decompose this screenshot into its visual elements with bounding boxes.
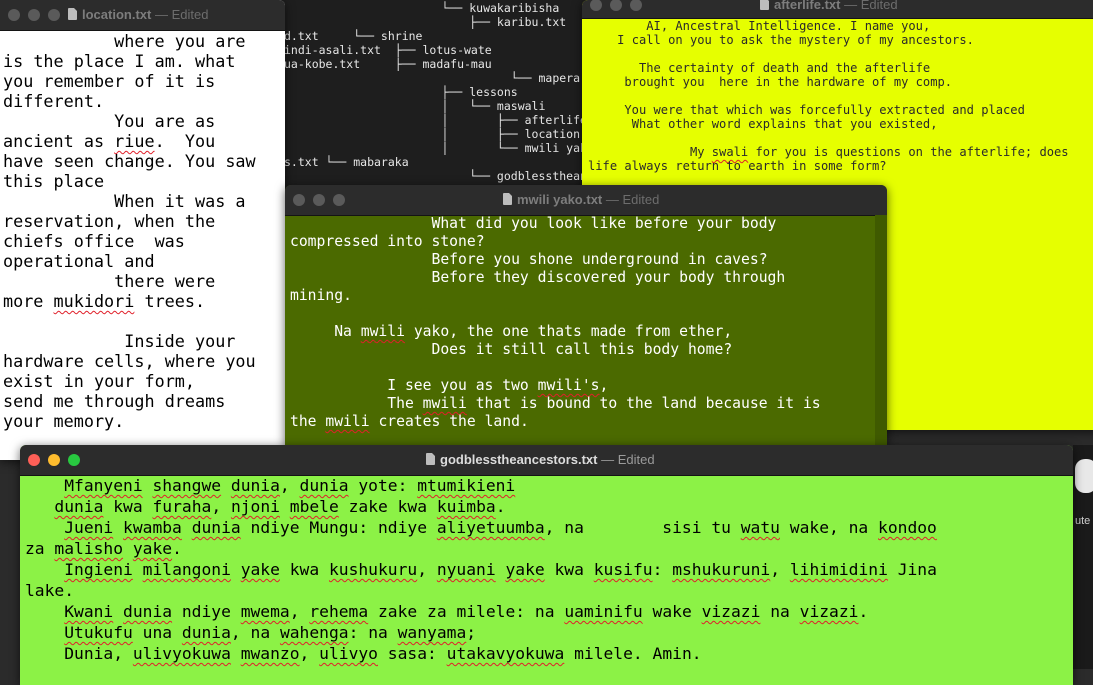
text-line: life always return to earth in some form…	[588, 159, 887, 173]
text-line: brought you here in the hardware of my c…	[624, 75, 953, 89]
title-bar[interactable]: location.txt — Edited	[0, 0, 285, 31]
tree-line: └── godblesstheanc	[400, 169, 594, 183]
text-line: Utukufu una dunia, na wahenga: na wanyam…	[64, 623, 477, 642]
window-title: mwili yako.txt — Edited	[285, 185, 887, 215]
text-line	[290, 305, 887, 323]
title-bar[interactable]: godblesstheancestors.txt — Edited	[20, 445, 1073, 476]
text-line: hardware cells, where you	[3, 351, 256, 371]
document-icon	[503, 193, 512, 205]
text-line: AI, Ancestral Intelligence. I name you,	[646, 19, 931, 33]
text-line: lake.	[25, 581, 75, 600]
text-line: What other word explains that you existe…	[631, 117, 938, 131]
edited-status: — Edited	[154, 7, 209, 22]
tree-line: │ ├── afterlife.	[400, 113, 594, 127]
tree-line: ua-kobe.txt ├── madafu-mau	[284, 57, 492, 71]
window-title: godblesstheancestors.txt — Edited	[20, 445, 1073, 475]
text-line	[290, 359, 887, 377]
terminal-window[interactable]: └── kuwakaribisha ├── karibu.txt d.txt └─…	[240, 0, 600, 200]
tree-line: indi-asali.txt ├── lotus-wate	[284, 43, 492, 57]
app-thumbnail-icon	[1075, 459, 1093, 493]
text-line: compressed into stone?	[290, 233, 485, 250]
text-line: I call on you to ask the mystery of my a…	[617, 33, 974, 47]
window-title-text: location.txt	[82, 7, 152, 22]
text-line: operational and	[3, 251, 155, 271]
window-title-text: mwili yako.txt	[517, 192, 603, 207]
text-line: Dunia, ulivyokuwa mwanzo, ulivyo sasa: u…	[64, 644, 702, 663]
text-line: You are as	[114, 111, 216, 131]
text-line	[588, 89, 1093, 103]
tree-line: │ └── mwili yako	[400, 141, 594, 155]
text-line: za malisho yake.	[25, 539, 182, 558]
text-line: you remember of it is	[3, 71, 216, 91]
document-text-area[interactable]: where you are is the place I am. what you …	[0, 31, 285, 460]
partial-label: ute	[1075, 515, 1091, 527]
text-line: Before you shone underground in caves?	[431, 251, 768, 268]
text-line: ancient as riue. You	[3, 131, 216, 151]
text-line: Jueni kwamba dunia ndiye Mungu: ndiye al…	[64, 518, 937, 537]
text-line: send me through dreams	[3, 391, 226, 411]
text-line: Inside your	[124, 331, 236, 351]
location-editor-window[interactable]: location.txt — Edited where you are is th…	[0, 0, 285, 460]
text-line: different.	[3, 91, 105, 111]
text-line: Ingieni milangoni yake kwa kushukuru, ny…	[64, 560, 937, 579]
text-line: chiefs office was	[3, 231, 185, 251]
background-app-strip: ute	[1073, 445, 1093, 669]
text-line: exist in your form,	[3, 371, 196, 391]
document-text-area[interactable]: What did you look like before your body c…	[285, 215, 887, 447]
title-bar[interactable]: mwili yako.txt — Edited	[285, 185, 887, 216]
window-title: afterlife.txt — Edited	[582, 0, 1093, 18]
text-line	[588, 47, 1093, 61]
tree-line: │ ├── location.t	[400, 127, 594, 141]
godblesstheancestors-editor-window[interactable]: godblesstheancestors.txt — Edited Mfanye…	[20, 445, 1073, 685]
text-line	[3, 311, 285, 331]
document-icon	[426, 453, 435, 465]
directory-tree-output: └── kuwakaribisha ├── karibu.txt d.txt └─…	[240, 0, 600, 200]
tree-line: └── kuwakaribisha	[400, 1, 560, 15]
text-line: Kwani dunia ndiye mwema, rehema zake za …	[64, 602, 869, 621]
text-line: Does it still call this body home?	[431, 341, 733, 358]
text-line: more mukidori trees.	[3, 291, 206, 311]
tree-line: s.txt └── mabaraka	[284, 155, 409, 169]
edited-status: — Edited	[844, 0, 898, 12]
window-title-text: afterlife.txt	[774, 0, 841, 12]
text-line: is the place I am. what	[3, 51, 236, 71]
tree-line: ├── lessons	[400, 85, 518, 99]
tree-line: │ └── maswali	[400, 99, 546, 113]
text-line: Mfanyeni shangwe dunia, dunia yote: mtum…	[64, 476, 516, 495]
document-icon	[760, 0, 769, 10]
text-line: Before they discovered your body through	[431, 269, 786, 286]
text-line	[588, 131, 1093, 145]
text-line: My swali for you is questions on the aft…	[689, 145, 1069, 159]
edited-status: — Edited	[605, 192, 660, 207]
tree-line: └── mapera-maz	[400, 71, 600, 85]
text-line: there were	[114, 271, 216, 291]
title-bar[interactable]: afterlife.txt — Edited	[582, 0, 1093, 19]
text-line: this place	[3, 171, 105, 191]
edited-status: — Edited	[601, 452, 655, 467]
text-line: Na mwili yako, the one thats made from e…	[334, 323, 733, 340]
text-line: mining.	[290, 287, 352, 304]
text-line: The mwili that is bound to the land beca…	[387, 395, 821, 412]
tree-line: ├── karibu.txt	[400, 15, 567, 29]
window-title-text: godblesstheancestors.txt	[440, 452, 598, 467]
document-icon	[68, 8, 77, 20]
text-line: reservation, when the	[3, 211, 216, 231]
text-line: dunia kwa furaha, njoni mbele zake kwa k…	[54, 497, 506, 516]
text-line: You were that which was forcefully extra…	[624, 103, 1025, 117]
mwili-yako-editor-window[interactable]: mwili yako.txt — Edited What did you loo…	[285, 185, 887, 447]
vertical-scrollbar[interactable]	[875, 215, 887, 447]
text-line: The certainty of death and the afterlife	[638, 61, 931, 75]
text-line: your memory.	[3, 411, 125, 431]
window-title: location.txt — Edited	[0, 0, 285, 30]
text-line: the mwili creates the land.	[290, 413, 529, 430]
document-text-area[interactable]: Mfanyeni shangwe dunia, dunia yote: mtum…	[20, 475, 1073, 685]
text-line: I see you as two mwili's,	[387, 377, 609, 394]
text-line: What did you look like before your body	[431, 215, 777, 232]
tree-line: d.txt └── shrine	[284, 29, 423, 43]
text-line: When it was a	[114, 191, 246, 211]
text-line: have seen change. You saw	[3, 151, 256, 171]
text-line: where you are	[114, 31, 246, 51]
